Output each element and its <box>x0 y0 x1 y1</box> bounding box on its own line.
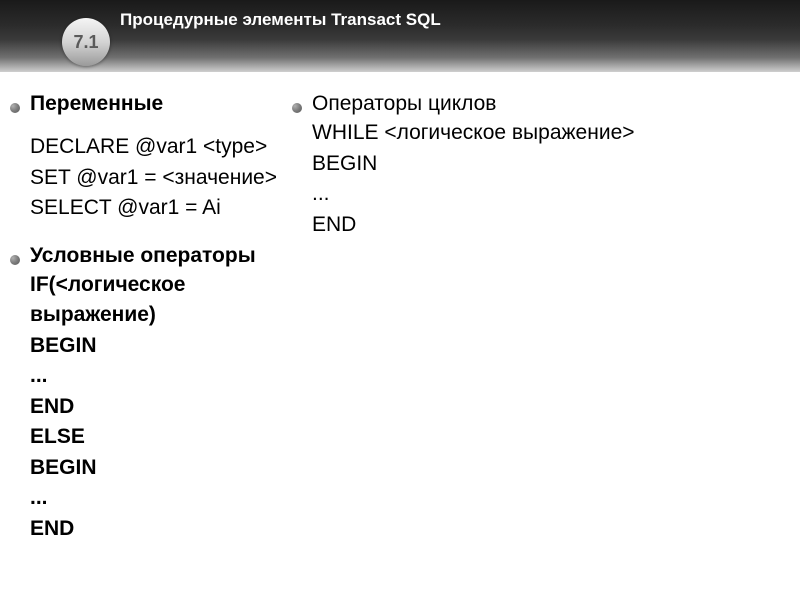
slide-content: Переменные DECLARE @var1 <type> SET @var… <box>0 72 800 90</box>
bullet-icon <box>10 255 20 265</box>
bullet-icon <box>10 103 20 113</box>
left-column: Переменные DECLARE @var1 <type> SET @var… <box>0 90 300 558</box>
right-column: Операторы циклов WHILE <логическое выраж… <box>282 90 662 254</box>
code-conditionals: IF(<логическое выражение) BEGIN ... END … <box>0 270 300 544</box>
heading-variables: Переменные <box>30 90 300 118</box>
code-loops: WHILE <логическое выражение> BEGIN ... E… <box>282 118 662 240</box>
section-variables: Переменные DECLARE @var1 <type> SET @var… <box>0 90 300 224</box>
bullet-icon <box>292 103 302 113</box>
code-variables: DECLARE @var1 <type> SET @var1 = <значен… <box>0 132 300 223</box>
heading-conditionals: Условные операторы <box>30 242 300 270</box>
slide-header: Процедурные элементы Transact SQL 7.1 <box>0 0 800 72</box>
slide-title: Процедурные элементы Transact SQL <box>120 10 441 30</box>
slide-number: 7.1 <box>73 32 98 53</box>
slide-number-badge: 7.1 <box>62 18 110 66</box>
section-loops: Операторы циклов WHILE <логическое выраж… <box>282 90 662 240</box>
section-conditionals: Условные операторы IF(<логическое выраже… <box>0 242 300 544</box>
heading-loops: Операторы циклов <box>312 90 662 118</box>
